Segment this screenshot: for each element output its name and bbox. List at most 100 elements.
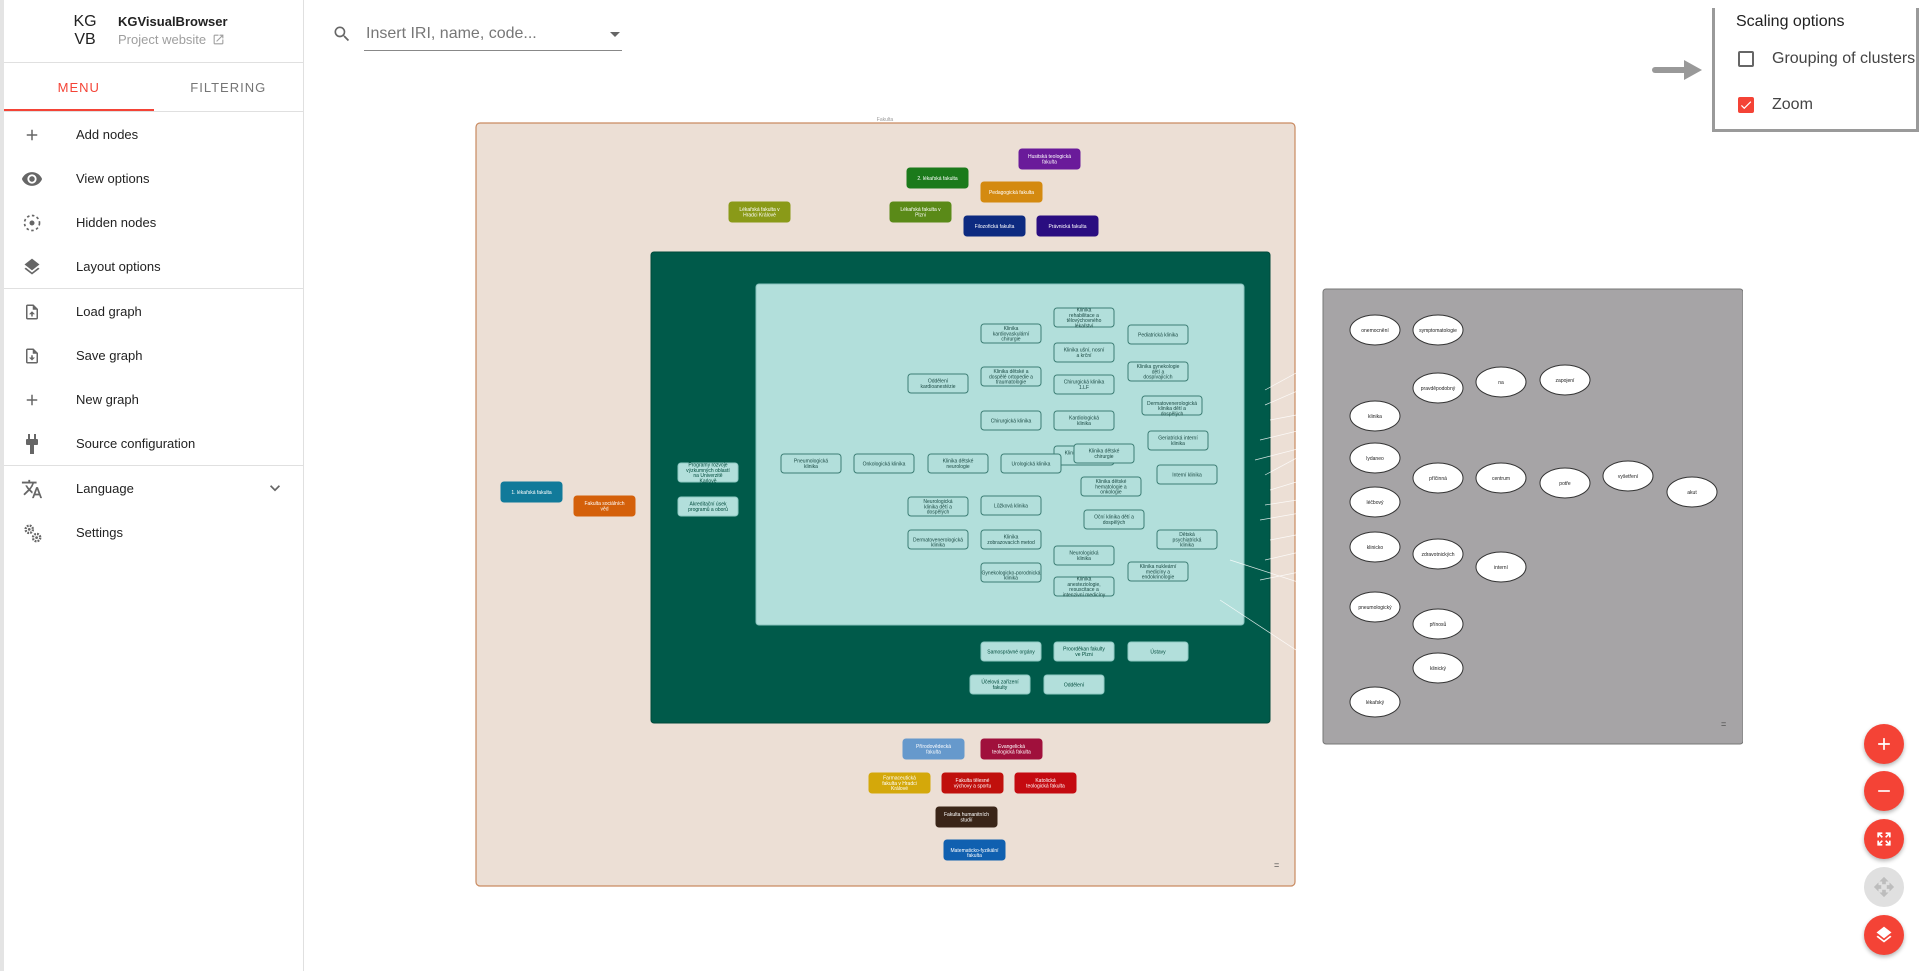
department-node[interactable]: Akreditační úsek programů a oborů	[677, 496, 739, 517]
word-node[interactable]: na	[1475, 366, 1527, 398]
clinic-node[interactable]: Dermatovenerologická klinika	[907, 529, 969, 550]
clinic-node[interactable]: Urologická klinika	[1000, 453, 1062, 474]
faculty-node[interactable]: Fakulta tělesné výchovy a sportu	[941, 772, 1004, 794]
word-node[interactable]: zapojení	[1539, 364, 1591, 396]
word-node[interactable]: pneumologický	[1349, 591, 1401, 623]
clinic-node[interactable]: Gynekologicko-porodnická klinika	[980, 562, 1042, 583]
zoom-option[interactable]: Zoom	[1738, 96, 1813, 114]
menu-item-add-nodes[interactable]: Add nodes	[4, 112, 303, 156]
word-node[interactable]: přínosů	[1412, 608, 1464, 640]
tab-menu[interactable]: MENU	[4, 63, 154, 111]
faculty-node[interactable]: Evangelická teologická fakulta	[980, 738, 1043, 760]
faculty-node[interactable]: Fakulta sociálních věd	[573, 495, 636, 517]
faculty-node[interactable]: Filozofická fakulta	[963, 215, 1026, 237]
word-node[interactable]: symptomatologie	[1412, 314, 1464, 346]
app-logo[interactable]: KG VB	[70, 13, 100, 49]
clinic-node[interactable]: Chirurgická klinika 1.LF	[1053, 374, 1115, 395]
word-node[interactable]: potře	[1539, 467, 1591, 499]
tab-filtering[interactable]: FILTERING	[154, 63, 304, 111]
clinic-node[interactable]: Klinika kardiovaskulární chirurgie	[980, 323, 1042, 344]
zoom-in-button[interactable]	[1864, 724, 1904, 764]
clinic-node[interactable]: Klinika dětské hematologie a onkologie	[1080, 476, 1142, 497]
grouping-checkbox[interactable]	[1738, 51, 1754, 67]
word-node[interactable]: onemocnění	[1349, 314, 1401, 346]
clinic-node[interactable]: Neurologická klinika	[1053, 545, 1115, 566]
word-node[interactable]: lydaneo	[1349, 442, 1401, 474]
department-node[interactable]: Programy rozvoje výzkumných oblastí na Uni…	[677, 462, 739, 485]
word-node[interactable]: příčinná	[1412, 462, 1464, 494]
menu-item-source-configuration[interactable]: Source configuration	[4, 421, 303, 465]
chevron-down-icon[interactable]	[265, 478, 285, 503]
menu-item-view-options[interactable]: View options	[4, 156, 303, 200]
faculty-node[interactable]: Husitská teologická fakulta	[1018, 148, 1081, 170]
word-node[interactable]: centrum	[1475, 462, 1527, 494]
clinic-node[interactable]: Klinika nukleární medicíny a endokrinologi…	[1127, 561, 1189, 582]
zoom-out-button[interactable]	[1864, 771, 1904, 811]
menu-item-load-graph[interactable]: Load graph	[4, 289, 303, 333]
zoom-checkbox[interactable]	[1738, 97, 1754, 113]
project-website-link[interactable]: Project website	[118, 32, 225, 47]
menu-item-settings[interactable]: Settings	[4, 510, 303, 554]
clinic-node[interactable]: Interní klinika	[1156, 464, 1218, 485]
faculty-node[interactable]: Pedagogická fakulta	[980, 181, 1043, 203]
clinic-node[interactable]: Klinika ušní, nosní a krční	[1053, 342, 1115, 363]
clinic-node[interactable]: Chirurgická klinika	[980, 410, 1042, 431]
clinic-node[interactable]: Onkologická klinika	[853, 453, 915, 474]
clinic-node[interactable]: Klinika zobrazovacích metod	[980, 529, 1042, 550]
faculty-node[interactable]: 1. lékařská fakulta	[500, 481, 563, 503]
department-node[interactable]: Oddělení	[1043, 674, 1105, 695]
department-node[interactable]: Samosprávné orgány	[980, 641, 1042, 662]
faculty-node[interactable]: Farmaceutická fakulta v Hradci Králové	[868, 772, 931, 794]
fit-screen-button[interactable]	[1864, 819, 1904, 859]
faculty-node[interactable]: 2. lékařská fakulta	[906, 167, 969, 189]
faculty-node[interactable]: Fakulta humanitních studií	[935, 806, 998, 828]
center-button[interactable]	[1864, 867, 1904, 907]
faculty-node[interactable]: Matematicko-fyzikální fakulta	[943, 839, 1006, 861]
menu-item-language[interactable]: Language	[4, 466, 303, 510]
word-node[interactable]: interní	[1475, 551, 1527, 583]
faculty-node[interactable]: Katolická teologická fakulta	[1014, 772, 1077, 794]
word-node[interactable]: klinika	[1349, 400, 1401, 432]
menu-item-layout-options[interactable]: Layout options	[4, 244, 303, 288]
department-node[interactable]: Ústavy	[1127, 641, 1189, 662]
clinic-node[interactable]: Pediatrická klinika	[1127, 324, 1189, 345]
clinic-node[interactable]: Neurologická klinika dětí a dospělých	[907, 496, 969, 517]
faculty-node[interactable]: Přírodovědecká fakulta	[902, 738, 965, 760]
menu-item-new-graph[interactable]: New graph	[4, 377, 303, 421]
clinic-node[interactable]: Geriatrická interní klinika	[1147, 430, 1209, 451]
clinic-node[interactable]: Klinika dětské a dospělé ortopedie a traum…	[980, 366, 1042, 387]
department-node[interactable]: Proorděkan fakulty ve Plzni	[1053, 641, 1115, 662]
clinic-node[interactable]: Oční klinika dětí a dospělých	[1083, 509, 1145, 530]
department-node[interactable]: Účelová zařízení fakulty	[969, 674, 1031, 695]
word-node[interactable]: klinický	[1412, 652, 1464, 684]
menu-item-save-graph[interactable]: Save graph	[4, 333, 303, 377]
clinic-node[interactable]: Klinika dětské chirurgie	[1073, 443, 1135, 464]
clinic-node[interactable]: Klinika gynekologie dětí a dospívajících	[1127, 361, 1189, 382]
clinic-node[interactable]: Dermatovenerologická klinika dětí a dospěl…	[1141, 395, 1203, 417]
word-node[interactable]: pravděpodobný	[1412, 372, 1464, 404]
faculty-node[interactable]: Právnická fakulta	[1036, 215, 1099, 237]
faculty-node[interactable]: Lékařská fakulta v Hradci Králové	[728, 201, 791, 223]
clinic-node[interactable]: Oddělení kardioanestézie	[907, 373, 969, 394]
menu-item-hidden-nodes[interactable]: Hidden nodes	[4, 200, 303, 244]
word-node[interactable]: akut	[1666, 476, 1718, 508]
clinic-node[interactable]: Klinika anesteziologie, resuscitace a inten…	[1053, 576, 1115, 599]
clinic-node[interactable]: Klinika dětské neurologie	[927, 453, 989, 474]
cluster-words[interactable]: =	[1322, 288, 1743, 745]
faculty-node[interactable]: Lékařská fakulta v Plzni	[889, 201, 952, 223]
layers-button[interactable]	[1864, 915, 1904, 955]
clinic-node[interactable]: Kardiologická klinika	[1053, 410, 1115, 431]
clinic-node[interactable]: Pneumologická klinika	[780, 453, 842, 474]
word-node[interactable]: lékařský	[1349, 686, 1401, 718]
word-node[interactable]: zdravotnických	[1412, 538, 1464, 570]
word-node[interactable]: vyšetření	[1602, 460, 1654, 492]
clinic-node[interactable]: Klinika rehabilitace a tělovýchovného lékař…	[1053, 307, 1115, 330]
clinic-node[interactable]: Dětská psychiatrická klinika	[1156, 529, 1218, 550]
word-node[interactable]: léčbový	[1349, 486, 1401, 518]
grouping-of-clusters-option[interactable]: Grouping of clusters	[1738, 50, 1915, 68]
clinic-node[interactable]: Lůžková klinika	[980, 495, 1042, 516]
word-node[interactable]: klinicko	[1349, 531, 1401, 563]
search-input[interactable]	[364, 20, 608, 48]
dropdown-arrow-icon[interactable]	[608, 27, 622, 45]
graph-canvas[interactable]: Fakulta = Husitská teologická fakulta 2. l…	[303, 64, 1743, 904]
